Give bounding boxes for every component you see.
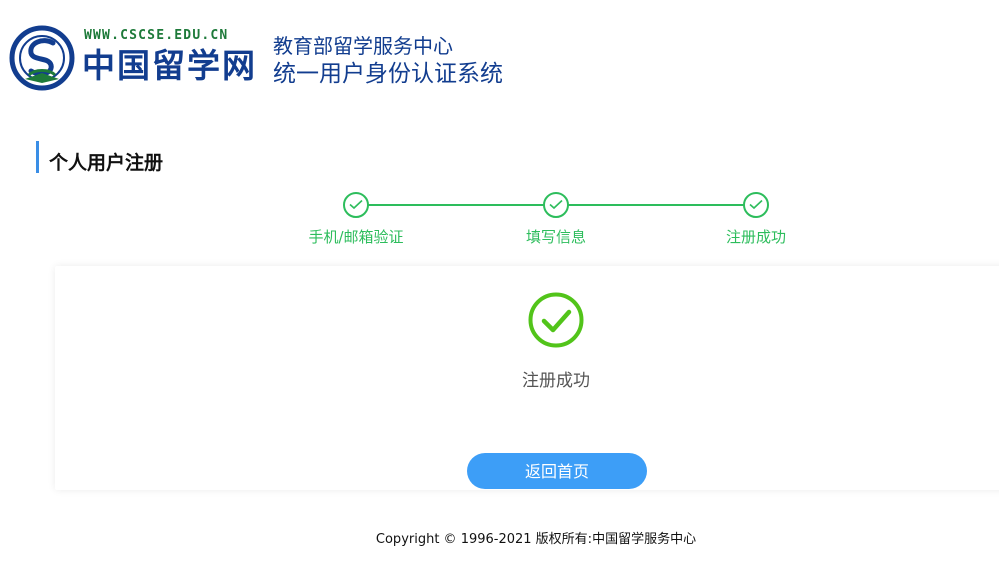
step-label: 注册成功	[725, 228, 786, 246]
step-phone-email-verify: 手机/邮箱验证	[286, 192, 426, 247]
step-status	[343, 192, 369, 218]
step-register-success: 注册成功	[686, 192, 826, 247]
success-check-icon	[528, 292, 584, 348]
logo-url-text: WWW.CSCSE.EDU.CN	[84, 28, 229, 43]
header: WWW.CSCSE.EDU.CN 中国留学网 教育部留学服务中心 统一用户身份认…	[0, 0, 999, 100]
back-to-home-button[interactable]: 返回首页	[467, 453, 647, 489]
success-message: 注册成功	[522, 371, 590, 391]
logo-name: 中国留学网	[82, 46, 257, 85]
check-icon	[549, 199, 563, 210]
footer-copyright: Copyright © 1996-2021 版权所有:中国留学服务中心	[375, 532, 697, 547]
registration-steps: 手机/邮箱验证 填写信息 注册成功	[0, 190, 999, 250]
step-status	[543, 192, 569, 218]
check-icon	[749, 199, 763, 210]
result-card: 注册成功 返回首页	[55, 266, 999, 490]
step-label: 填写信息	[525, 228, 586, 246]
page-title: 个人用户注册	[36, 141, 163, 174]
system-title: 教育部留学服务中心 统一用户身份认证系统	[273, 33, 503, 89]
system-title-line2: 统一用户身份认证系统	[273, 61, 503, 87]
system-title-line1: 教育部留学服务中心	[273, 34, 453, 58]
check-icon	[349, 199, 363, 210]
step-fill-info: 填写信息	[486, 192, 626, 247]
cscse-logo-icon[interactable]	[9, 25, 75, 91]
step-status	[743, 192, 769, 218]
step-label: 手机/邮箱验证	[308, 228, 404, 246]
